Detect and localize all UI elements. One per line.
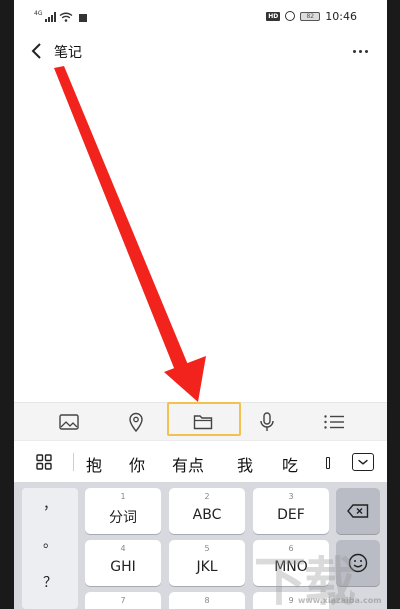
key-number: 9 (288, 596, 294, 605)
collapse-keyboard-icon[interactable] (352, 453, 374, 471)
text-cursor-icon (326, 457, 330, 469)
punct-key-comma[interactable]: ， (22, 494, 78, 514)
key-8[interactable]: 8 (169, 592, 245, 609)
checklist-icon (324, 415, 344, 429)
ime-keyboard: ， 。 ？ 1 分词 2 ABC 3 DEF 4 GHI 5 JKL 6 MNO (14, 482, 387, 609)
punct-key-question[interactable]: ？ (22, 572, 78, 592)
candidate-word[interactable]: 吃 (282, 452, 298, 476)
backspace-icon (347, 504, 369, 518)
folder-highlight-box (167, 402, 241, 436)
key-label: 分词 (109, 510, 137, 526)
app-header: 笔记 (14, 34, 387, 68)
candidate-word[interactable]: 抱 (86, 452, 102, 476)
key-label: MNO (274, 559, 308, 575)
insert-image-button[interactable] (39, 403, 99, 441)
microphone-icon (260, 412, 274, 431)
grid-menu-icon[interactable] (36, 454, 52, 470)
key-3[interactable]: 3 DEF (253, 488, 329, 534)
key-2[interactable]: 2 ABC (169, 488, 245, 534)
key-label: ABC (192, 507, 222, 523)
phone-screen: 4G HD 82 10:46 笔记 抱 你 有点 我 吃 ， 。 ？ 1 分词 … (14, 0, 387, 609)
candidate-word[interactable]: 有点 (172, 452, 204, 476)
note-editor[interactable] (14, 70, 387, 400)
status-bar: 4G HD 82 10:46 (14, 0, 387, 32)
page-title: 笔记 (54, 45, 82, 61)
hd-badge: HD (266, 11, 281, 21)
network-tag: 4G (34, 10, 43, 17)
candidate-divider (73, 453, 74, 471)
key-number: 8 (204, 596, 210, 605)
key-9[interactable]: 9 (253, 592, 329, 609)
backspace-key[interactable] (336, 488, 380, 534)
signal-icon (45, 12, 57, 22)
more-dot-icon (364, 49, 368, 53)
key-7[interactable]: 7 (85, 592, 161, 609)
location-icon (129, 412, 143, 432)
key-label: GHI (110, 559, 136, 575)
emoji-key[interactable] (336, 540, 380, 586)
key-number: 7 (120, 596, 126, 605)
battery-icon: 82 (300, 11, 321, 21)
key-number: 6 (288, 544, 294, 553)
status-time: 10:46 (325, 9, 357, 23)
candidate-word[interactable]: 你 (129, 452, 145, 476)
back-button[interactable] (24, 38, 50, 64)
key-number: 2 (204, 492, 210, 501)
key-number: 3 (288, 492, 294, 501)
punct-key-period[interactable]: 。 (22, 532, 78, 552)
voice-input-button[interactable] (237, 403, 297, 441)
key-label: DEF (277, 507, 305, 523)
key-number: 1 (120, 492, 126, 501)
key-5[interactable]: 5 JKL (169, 540, 245, 586)
candidate-word[interactable]: 我 (237, 452, 253, 476)
key-6[interactable]: 6 MNO (253, 540, 329, 586)
insert-location-button[interactable] (106, 403, 166, 441)
image-icon (59, 414, 79, 430)
key-4[interactable]: 4 GHI (85, 540, 161, 586)
key-1[interactable]: 1 分词 (85, 488, 161, 534)
more-dot-icon (358, 49, 362, 53)
checklist-button[interactable] (304, 403, 364, 441)
punctuation-column: ， 。 ？ (22, 488, 78, 609)
key-number: 5 (204, 544, 210, 553)
key-number: 4 (120, 544, 126, 553)
alarm-icon (285, 11, 296, 21)
ime-candidate-bar: 抱 你 有点 我 吃 (14, 440, 387, 482)
status-right: HD 82 10:46 (266, 9, 357, 23)
emoji-icon (348, 553, 368, 573)
notification-icon (79, 14, 88, 22)
status-left: 4G (34, 10, 88, 22)
chevron-left-icon (31, 43, 41, 59)
key-label: JKL (196, 559, 218, 575)
more-dot-icon (352, 49, 356, 53)
wifi-icon (60, 12, 73, 22)
more-options-button[interactable] (347, 38, 373, 64)
